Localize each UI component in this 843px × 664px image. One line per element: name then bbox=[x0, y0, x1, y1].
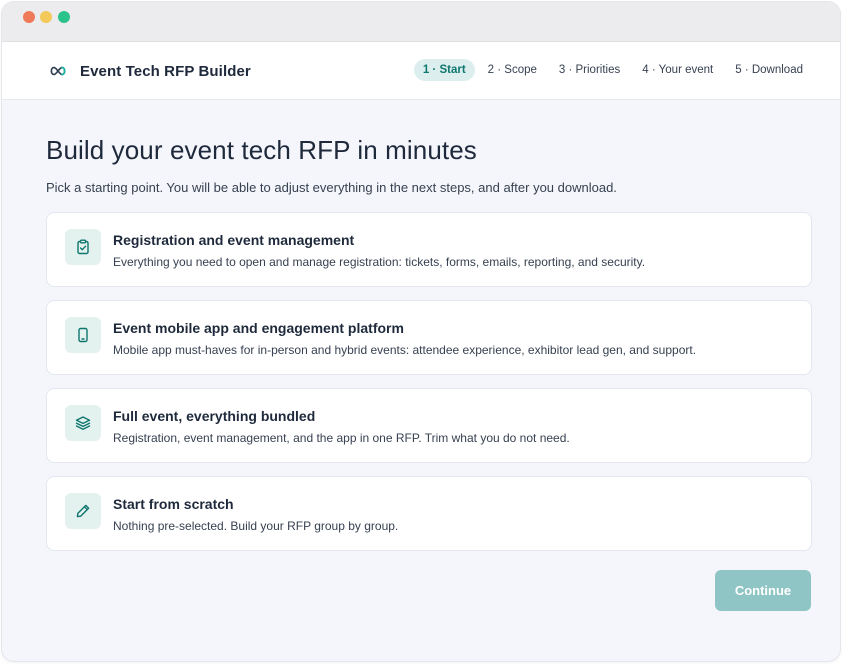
mobile-phone-icon bbox=[65, 317, 101, 353]
step-download[interactable]: 5 · Download bbox=[726, 59, 812, 81]
step-your-event[interactable]: 4 · Your event bbox=[633, 59, 722, 81]
option-description: Everything you need to open and manage r… bbox=[113, 255, 646, 269]
option-description: Mobile app must-haves for in-person and … bbox=[113, 343, 697, 357]
app-header: Event Tech RFP Builder 1 · Start 2 · Sco… bbox=[2, 42, 840, 100]
option-title: Start from scratch bbox=[113, 496, 234, 512]
close-window-button[interactable] bbox=[23, 11, 35, 23]
step-priorities[interactable]: 3 · Priorities bbox=[550, 59, 629, 81]
main-content: Build your event tech RFP in minutes Pic… bbox=[46, 102, 812, 564]
brand[interactable]: Event Tech RFP Builder bbox=[48, 42, 251, 100]
window-titlebar bbox=[2, 2, 840, 42]
maximize-window-button[interactable] bbox=[58, 11, 70, 23]
option-mobile-app[interactable]: Event mobile app and engagement platform… bbox=[46, 300, 812, 375]
step-start[interactable]: 1 · Start bbox=[413, 59, 475, 81]
option-title: Full event, everything bundled bbox=[113, 408, 316, 424]
continue-button[interactable]: Continue bbox=[715, 570, 811, 611]
option-registration[interactable]: Registration and event management Everyt… bbox=[46, 212, 812, 287]
starting-point-options: Registration and event management Everyt… bbox=[46, 212, 812, 551]
option-full-bundle[interactable]: Full event, everything bundled Registrat… bbox=[46, 388, 812, 463]
option-title: Event mobile app and engagement platform bbox=[113, 320, 404, 336]
browser-window: Event Tech RFP Builder 1 · Start 2 · Sco… bbox=[2, 2, 840, 661]
layers-icon bbox=[65, 405, 101, 441]
app-title: Event Tech RFP Builder bbox=[80, 62, 251, 80]
page-title: Build your event tech RFP in minutes bbox=[46, 135, 477, 165]
infinity-icon bbox=[50, 66, 66, 76]
option-description: Nothing pre-selected. Build your RFP gro… bbox=[113, 519, 399, 533]
option-from-scratch[interactable]: Start from scratch Nothing pre-selected.… bbox=[46, 476, 812, 551]
wizard-steps: 1 · Start 2 · Scope 3 · Priorities 4 · Y… bbox=[410, 59, 812, 81]
option-title: Registration and event management bbox=[113, 232, 355, 248]
step-scope[interactable]: 2 · Scope bbox=[479, 59, 546, 81]
page-subtitle: Pick a starting point. You will be able … bbox=[46, 180, 617, 195]
clipboard-check-icon bbox=[65, 229, 101, 265]
minimize-window-button[interactable] bbox=[40, 11, 52, 23]
option-description: Registration, event management, and the … bbox=[113, 431, 570, 445]
pencil-icon bbox=[65, 493, 101, 529]
